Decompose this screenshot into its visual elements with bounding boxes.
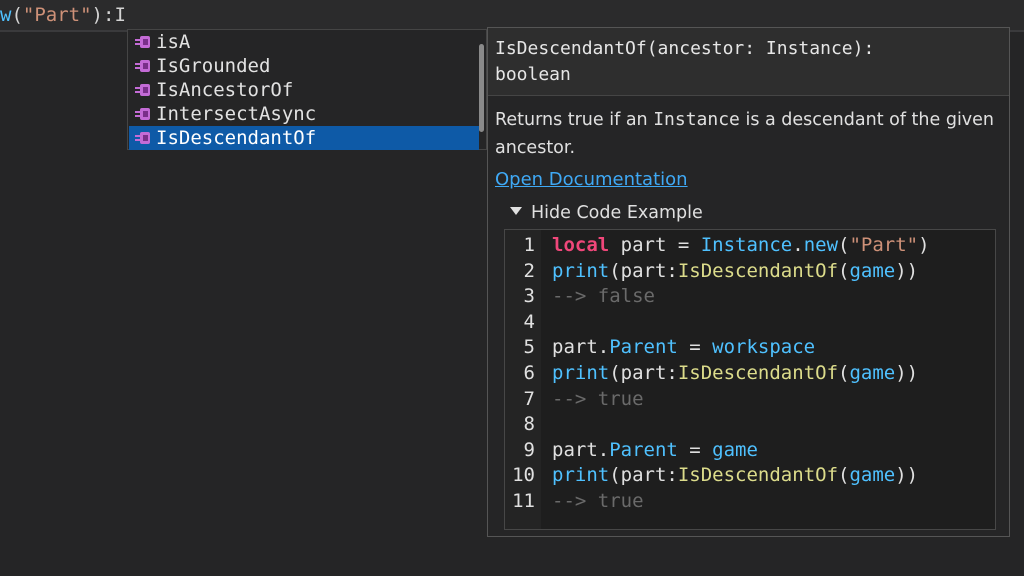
line-number: 1	[523, 234, 535, 256]
code-keyword: local	[552, 234, 610, 256]
hide-code-example-toggle[interactable]: Hide Code Example	[510, 201, 703, 225]
line-number: 5	[523, 336, 535, 359]
toggle-label: Hide Code Example	[531, 203, 703, 223]
method-icon	[135, 132, 150, 144]
autocomplete-item-intersectasync[interactable]: IntersectAsync	[129, 102, 479, 126]
editor-paren-open: (	[11, 4, 23, 26]
code-function: print	[552, 362, 610, 384]
code-text: =	[677, 438, 713, 461]
code-string: "Part"	[849, 234, 919, 256]
documentation-panel: IsDescendantOf(ancestor: Instance): bool…	[487, 27, 1010, 537]
autocomplete-item-isa[interactable]: isA	[129, 30, 479, 54]
line-number: 10	[512, 464, 535, 487]
description-text: Returns true if an	[495, 110, 654, 130]
open-documentation-link[interactable]: Open Documentation	[495, 168, 688, 192]
signature-return-type: boolean	[495, 64, 571, 85]
code-function: print	[552, 464, 610, 487]
code-comment: --> false	[552, 285, 655, 308]
code-line: --> true	[552, 489, 644, 515]
code-method: IsDescendantOf	[677, 464, 839, 487]
code-text: part =	[609, 234, 701, 256]
line-number: 8	[523, 413, 535, 436]
method-icon	[135, 84, 150, 96]
triangle-down-icon	[510, 207, 522, 215]
code-line: --> true	[552, 387, 644, 413]
autocomplete-item-isdescendantof[interactable]: IsDescendantOf	[129, 126, 479, 150]
code-comment: --> true	[552, 387, 644, 410]
code-global: game	[849, 259, 896, 282]
method-icon	[135, 60, 150, 72]
code-function: new	[803, 234, 839, 256]
code-function: print	[552, 259, 610, 282]
code-paren: ))	[895, 259, 919, 282]
code-paren: (	[838, 234, 850, 256]
code-paren: (	[609, 259, 621, 282]
code-line: local part = Instance.new("Part")	[552, 233, 930, 259]
editor-paren-close: ):	[91, 4, 115, 26]
line-number: 2	[523, 259, 535, 282]
line-number: 11	[512, 490, 535, 512]
code-paren: (	[838, 259, 850, 282]
code-method: IsDescendantOf	[677, 362, 839, 384]
code-line: part.Parent = game	[552, 438, 758, 464]
code-line: print(part:IsDescendantOf(game))	[552, 259, 918, 285]
code-example: 1 2 3 4 5 6 7 8 9 10 11 local part = Ins…	[504, 229, 996, 530]
code-global: game	[712, 438, 758, 461]
signature-line: IsDescendantOf(ancestor: Instance):	[495, 38, 875, 59]
code-paren: )	[918, 234, 930, 256]
code-global: workspace	[712, 336, 816, 359]
code-dot: .	[792, 234, 804, 256]
editor-string: "Part"	[22, 4, 92, 26]
autocomplete-item-label: IntersectAsync	[156, 103, 317, 125]
code-paren: ))	[895, 464, 919, 487]
code-method: IsDescendantOf	[677, 259, 839, 282]
method-description: Returns true if an Instance is a descend…	[495, 106, 1005, 162]
code-text: part:	[620, 362, 678, 384]
code-global: game	[849, 362, 896, 384]
autocomplete-item-label: IsAncestorOf	[156, 79, 294, 101]
autocomplete-item-isancestorof[interactable]: IsAncestorOf	[129, 78, 479, 102]
autocomplete-item-isgrounded[interactable]: IsGrounded	[129, 54, 479, 78]
editor-typed-text: I	[114, 4, 126, 26]
code-comment: --> true	[552, 490, 644, 512]
code-line: part.Parent = workspace	[552, 335, 815, 361]
code-paren: ))	[895, 362, 919, 384]
autocomplete-list[interactable]: isA IsGrounded IsAncestorOf IntersectAsy…	[127, 29, 487, 150]
editor-line-prefix: w	[0, 4, 12, 26]
code-line: --> false	[552, 284, 655, 310]
code-text: =	[677, 336, 713, 359]
code-paren: (	[609, 362, 621, 384]
code-line: print(part:IsDescendantOf(game))	[552, 463, 918, 489]
line-number: 6	[523, 362, 535, 384]
code-text: part:	[620, 464, 678, 487]
code-text: part:	[620, 259, 678, 282]
code-paren: (	[609, 464, 621, 487]
autocomplete-scrollbar[interactable]	[479, 44, 484, 132]
code-paren: (	[838, 362, 850, 384]
code-property: Parent	[609, 336, 678, 359]
code-text: part.	[552, 336, 610, 359]
line-number: 4	[523, 310, 535, 333]
code-class: Instance	[700, 234, 793, 256]
method-icon	[135, 36, 150, 48]
line-number: 9	[523, 438, 535, 461]
autocomplete-item-label: IsGrounded	[156, 55, 271, 77]
code-property: Parent	[609, 438, 678, 461]
line-number: 3	[523, 285, 535, 308]
code-line: print(part:IsDescendantOf(game))	[552, 361, 918, 387]
description-code: Instance	[653, 109, 740, 130]
code-text: part.	[552, 438, 610, 461]
line-number: 7	[523, 387, 535, 410]
autocomplete-item-label: IsDescendantOf	[156, 127, 317, 149]
method-signature: IsDescendantOf(ancestor: Instance): bool…	[488, 28, 1009, 96]
code-paren: (	[838, 464, 850, 487]
autocomplete-item-label: isA	[156, 31, 191, 53]
code-global: game	[849, 464, 896, 487]
method-icon	[135, 108, 150, 120]
